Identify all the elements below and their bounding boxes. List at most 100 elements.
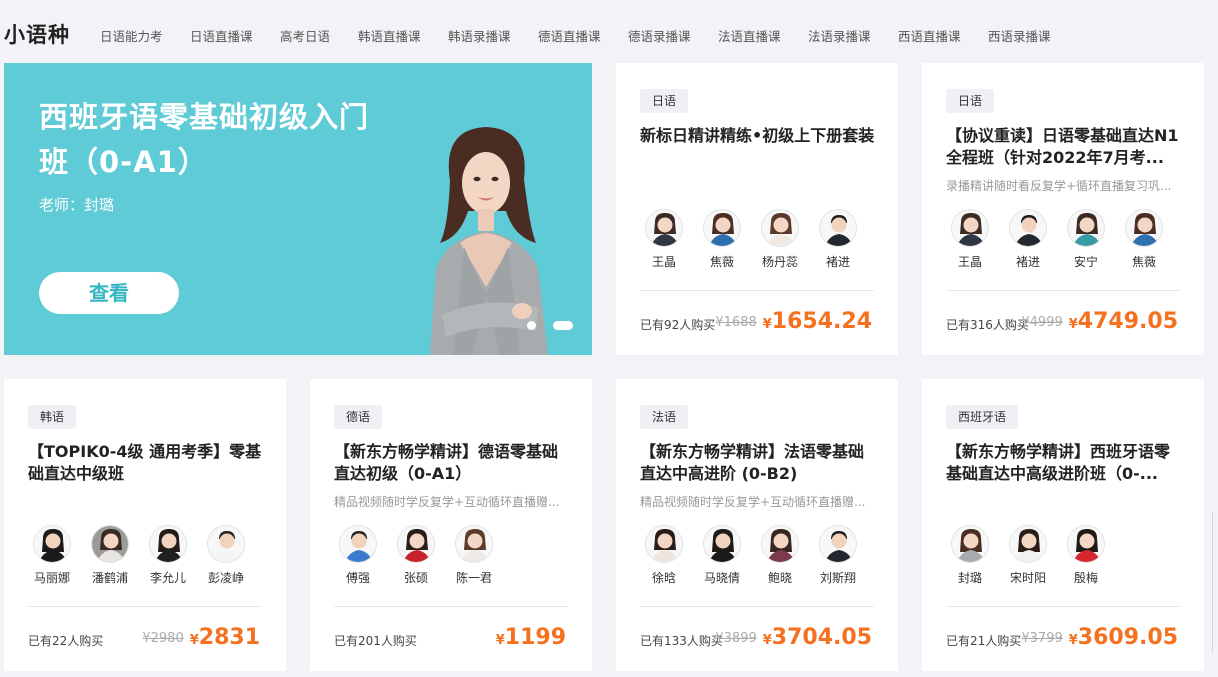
teacher-name: 封璐 bbox=[957, 571, 982, 585]
teacher[interactable]: 徐晗 bbox=[638, 525, 690, 586]
teacher[interactable]: 王晶 bbox=[638, 209, 690, 270]
teacher[interactable]: 殷梅 bbox=[1060, 525, 1112, 586]
sale-price: 3609.05 bbox=[1077, 625, 1178, 650]
currency-symbol: ¥ bbox=[762, 317, 772, 332]
teacher-name: 刘斯翔 bbox=[819, 571, 856, 585]
divider bbox=[640, 290, 874, 291]
avatar bbox=[819, 525, 857, 563]
avatar bbox=[761, 209, 799, 247]
course-card[interactable]: 日语 新标日精讲精练•初级上下册套装 王晶 焦薇 杨丹蕊 褚进 已有92人购买 … bbox=[616, 63, 898, 355]
buyer-count: 已有92人购买 bbox=[640, 318, 716, 332]
carousel-dot-1[interactable] bbox=[527, 321, 536, 330]
teacher[interactable]: 马晓倩 bbox=[696, 525, 748, 586]
banner-teacher: 老师：封璐 bbox=[39, 196, 115, 214]
nav-item-jlpt[interactable]: 日语能力考 bbox=[100, 26, 163, 45]
teacher-name: 潘鹤浦 bbox=[91, 571, 128, 585]
nav-item-french-live[interactable]: 法语直播课 bbox=[718, 26, 781, 45]
teacher-name: 陈一君 bbox=[455, 571, 492, 585]
avatar bbox=[1125, 209, 1163, 247]
teacher-photo bbox=[430, 127, 548, 355]
nav-item-german-recorded[interactable]: 德语录播课 bbox=[628, 26, 691, 45]
teacher[interactable]: 焦薇 bbox=[1118, 209, 1170, 270]
currency-symbol: ¥ bbox=[189, 633, 199, 648]
sale-price: 4749.05 bbox=[1077, 309, 1178, 334]
course-card[interactable]: 韩语 【TOPIK0-4级 通用考季】零基础直达中级班 马丽娜 潘鹤浦 李允儿 … bbox=[4, 379, 286, 671]
avatar bbox=[1009, 209, 1047, 247]
nav-item-gaokao-japanese[interactable]: 高考日语 bbox=[280, 26, 330, 45]
avatar bbox=[339, 525, 377, 563]
avatar bbox=[951, 209, 989, 247]
teacher-name: 褚进 bbox=[1015, 255, 1040, 269]
course-title[interactable]: 【协议重读】日语零基础直达N1全程班（针对2022年7月考... bbox=[946, 125, 1184, 169]
price-block: ¥1688 ¥1654.24 bbox=[715, 309, 872, 334]
price-block: ¥3899 ¥3704.05 bbox=[715, 625, 872, 650]
course-title[interactable]: 【新东方畅学精讲】德语零基础直达初级（0-A1） bbox=[334, 441, 572, 485]
price-block: ¥2980 ¥2831 bbox=[142, 625, 260, 650]
teacher-name: 徐晗 bbox=[651, 571, 676, 585]
teacher[interactable]: 宋时阳 bbox=[1002, 525, 1054, 586]
buyer-count: 已有22人购买 bbox=[28, 634, 104, 648]
price-block: ¥3799 ¥3609.05 bbox=[1021, 625, 1178, 650]
avatar bbox=[703, 209, 741, 247]
course-title[interactable]: 新标日精讲精练•初级上下册套装 bbox=[640, 125, 878, 147]
original-price: ¥1688 bbox=[715, 315, 757, 330]
sale-price: 1654.24 bbox=[771, 309, 872, 334]
top-nav: 小语种 日语能力考 日语直播课 高考日语 韩语直播课 韩语录播课 德语直播课 德… bbox=[0, 0, 1218, 62]
section-title: 小语种 bbox=[4, 23, 70, 47]
course-card[interactable]: 德语 【新东方畅学精讲】德语零基础直达初级（0-A1） 精品视频随时学反复学+互… bbox=[310, 379, 592, 671]
promo-banner[interactable]: 西班牙语零基础初级入门班（0-A1） 老师：封璐 查看 bbox=[4, 63, 592, 355]
teacher-name: 王晶 bbox=[651, 255, 676, 269]
course-title[interactable]: 【TOPIK0-4级 通用考季】零基础直达中级班 bbox=[28, 441, 266, 485]
avatar bbox=[645, 209, 683, 247]
original-price: ¥3899 bbox=[715, 631, 757, 646]
carousel-dot-2[interactable] bbox=[553, 321, 573, 330]
nav-item-spanish-live[interactable]: 西语直播课 bbox=[898, 26, 961, 45]
avatar bbox=[91, 525, 129, 563]
teacher[interactable]: 马丽娜 bbox=[26, 525, 78, 586]
currency-symbol: ¥ bbox=[1068, 317, 1078, 332]
course-title[interactable]: 【新东方畅学精讲】法语零基础直达中高进阶 (0-B2) bbox=[640, 441, 878, 485]
teacher[interactable]: 褚进 bbox=[1002, 209, 1054, 270]
avatar bbox=[1067, 209, 1105, 247]
nav-item-spanish-recorded[interactable]: 西语录播课 bbox=[988, 26, 1051, 45]
avatar bbox=[397, 525, 435, 563]
nav-item-japanese-live[interactable]: 日语直播课 bbox=[190, 26, 253, 45]
nav-item-korean-live[interactable]: 韩语直播课 bbox=[358, 26, 421, 45]
price-block: ¥4999 ¥4749.05 bbox=[1021, 309, 1178, 334]
teacher[interactable]: 封璐 bbox=[944, 525, 996, 586]
nav-item-korean-recorded[interactable]: 韩语录播课 bbox=[448, 26, 511, 45]
category-tag: 西班牙语 bbox=[946, 405, 1019, 429]
course-title[interactable]: 【新东方畅学精讲】西班牙语零基础直达中高级进阶班（0-... bbox=[946, 441, 1184, 485]
nav-item-german-live[interactable]: 德语直播课 bbox=[538, 26, 601, 45]
buyer-count: 已有201人购买 bbox=[334, 634, 417, 648]
category-tag: 法语 bbox=[640, 405, 689, 429]
teacher[interactable]: 王晶 bbox=[944, 209, 996, 270]
divider bbox=[640, 606, 874, 607]
teacher[interactable]: 焦薇 bbox=[696, 209, 748, 270]
original-price: ¥3799 bbox=[1021, 631, 1063, 646]
teacher[interactable]: 李允儿 bbox=[142, 525, 194, 586]
course-card[interactable]: 法语 【新东方畅学精讲】法语零基础直达中高进阶 (0-B2) 精品视频随时学反复… bbox=[616, 379, 898, 671]
teacher[interactable]: 褚进 bbox=[812, 209, 864, 270]
teacher[interactable]: 潘鹤浦 bbox=[84, 525, 136, 586]
view-button[interactable]: 查看 bbox=[39, 272, 179, 314]
course-card[interactable]: 日语 【协议重读】日语零基础直达N1全程班（针对2022年7月考... 录播精讲… bbox=[922, 63, 1204, 355]
buyer-count: 已有133人购买 bbox=[640, 634, 723, 648]
course-card[interactable]: 西班牙语 【新东方畅学精讲】西班牙语零基础直达中高级进阶班（0-... 封璐 宋… bbox=[922, 379, 1204, 671]
teacher[interactable]: 杨丹蕊 bbox=[754, 209, 806, 270]
nav-item-french-recorded[interactable]: 法语录播课 bbox=[808, 26, 871, 45]
teacher-name: 殷梅 bbox=[1073, 571, 1098, 585]
avatar bbox=[1009, 525, 1047, 563]
currency-symbol: ¥ bbox=[762, 633, 772, 648]
teacher[interactable]: 陈一君 bbox=[448, 525, 500, 586]
teacher[interactable]: 傅强 bbox=[332, 525, 384, 586]
avatar bbox=[951, 525, 989, 563]
teacher[interactable]: 安宁 bbox=[1060, 209, 1112, 270]
category-tag: 日语 bbox=[946, 89, 995, 113]
teacher-name: 傅强 bbox=[345, 571, 370, 585]
teacher[interactable]: 鲍晓 bbox=[754, 525, 806, 586]
teacher[interactable]: 刘斯翔 bbox=[812, 525, 864, 586]
teacher[interactable]: 彭凌峥 bbox=[200, 525, 252, 586]
divider bbox=[946, 290, 1180, 291]
teacher[interactable]: 张硕 bbox=[390, 525, 442, 586]
